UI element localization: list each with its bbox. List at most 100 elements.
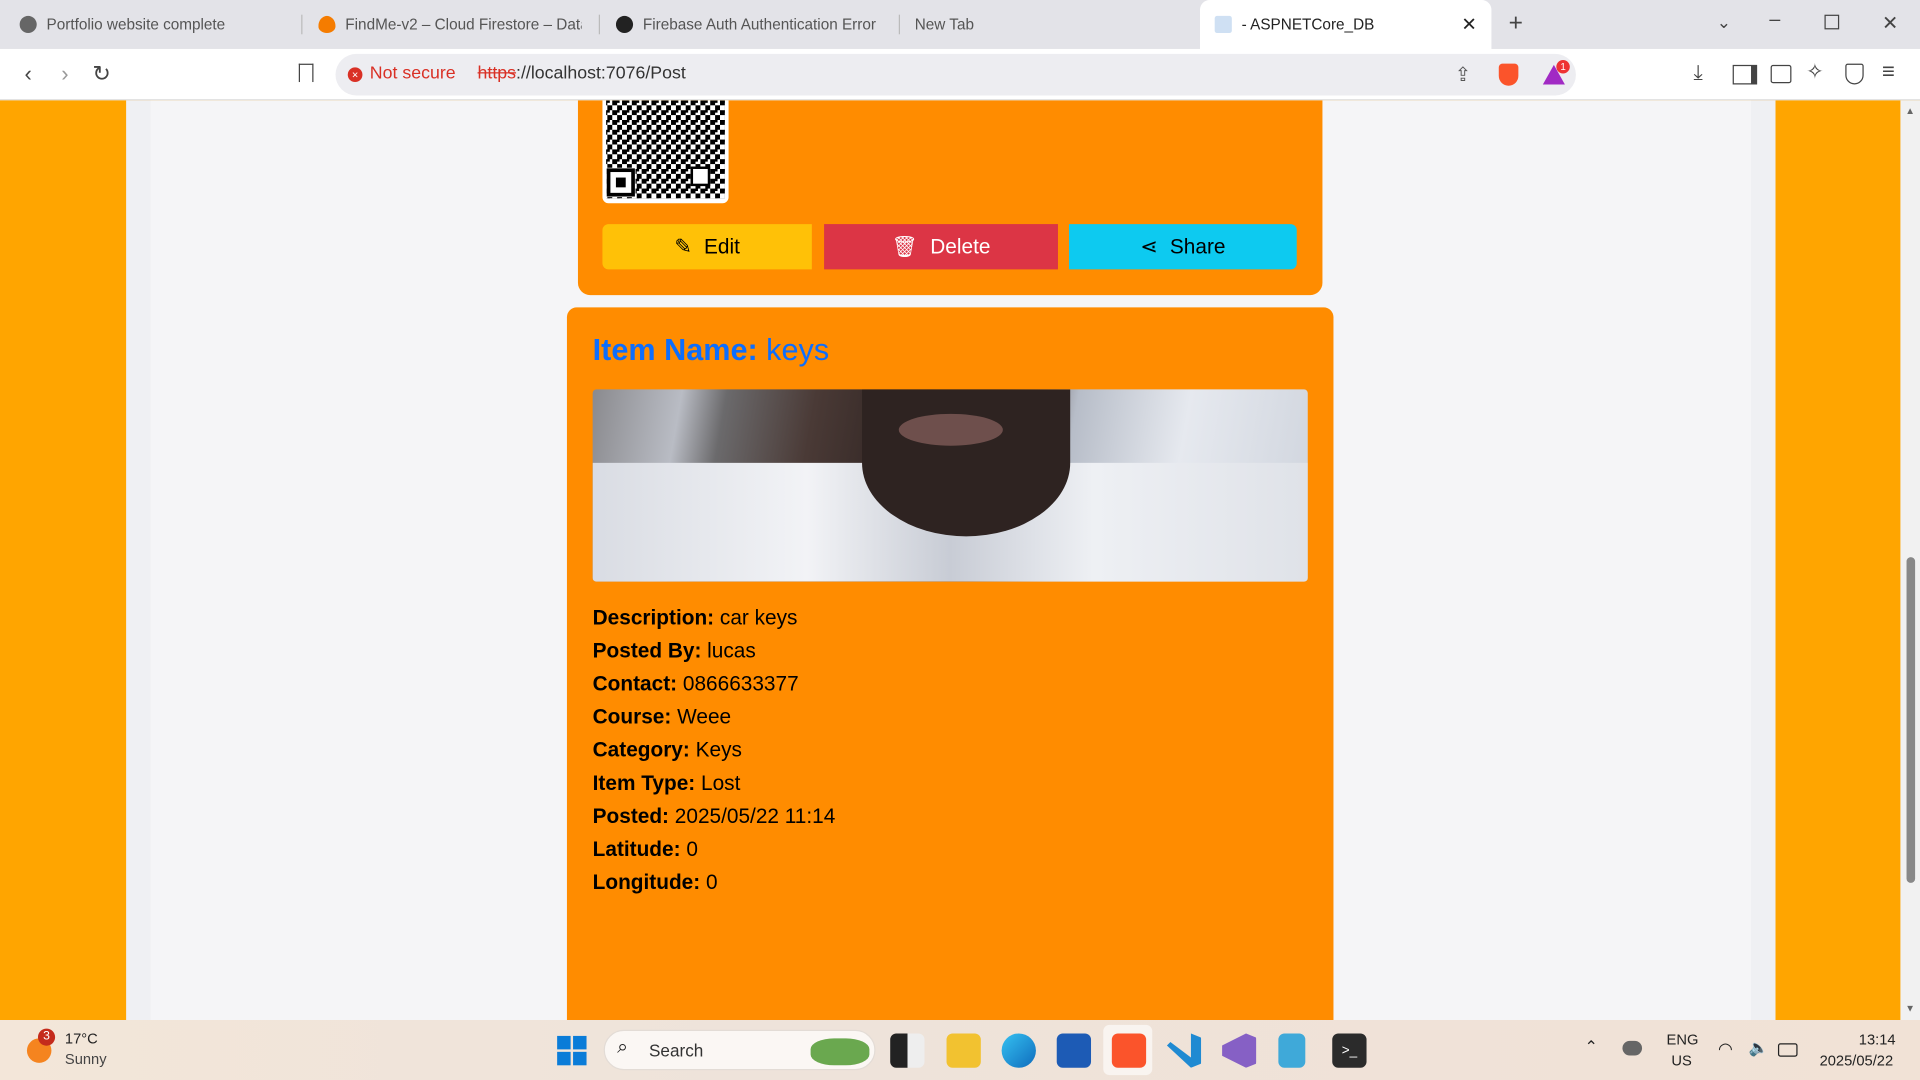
detail-label: Item Type: — [592, 771, 696, 795]
tab-portfolio[interactable]: Portfolio website complete — [19, 7, 289, 41]
detail-row: Posted By: lucas — [593, 639, 756, 663]
show-hidden-icons[interactable]: ⌃ — [1584, 1037, 1597, 1057]
vscode-icon[interactable] — [1166, 1033, 1202, 1068]
url-rest: ://localhost:7076/Post — [516, 63, 686, 84]
detail-label: Latitude: — [592, 837, 681, 861]
language-bottom[interactable]: US — [1671, 1052, 1691, 1069]
document-icon — [1214, 15, 1232, 34]
share-icon: ⋖ — [1140, 234, 1158, 258]
battery-icon[interactable] — [1777, 1043, 1798, 1057]
share-page-icon[interactable]: ⇪ — [1455, 62, 1471, 86]
detail-label: Posted By: — [592, 639, 702, 663]
omnibox[interactable]: × Not secure https://localhost:7076/Post… — [335, 53, 1576, 96]
onedrive-icon[interactable] — [1622, 1040, 1643, 1056]
detail-value: Weee — [677, 705, 732, 729]
detail-label: Contact: — [592, 672, 678, 696]
start-button[interactable] — [557, 1035, 587, 1066]
wifi-icon[interactable]: ◠ — [1718, 1038, 1733, 1059]
reload-button[interactable]: ↻ — [88, 61, 115, 87]
tab-search-chevron-icon[interactable]: ⌄ — [1717, 12, 1731, 33]
rewards-badge: 1 — [1556, 60, 1570, 74]
detail-label: Description: — [592, 606, 715, 630]
detail-label: Posted: — [592, 804, 669, 828]
tab-firebase-auth[interactable]: Firebase Auth Authentication Error — [615, 7, 885, 41]
delete-button[interactable]: 🗑 Delete — [824, 224, 1058, 270]
brave-shields-icon[interactable] — [1498, 63, 1519, 86]
taskbar: 3 17°C Sunny ⌕ Search >_ ⌃ ENG US ◠ 🔈 13… — [0, 1020, 1920, 1080]
detail-row: Posted: 2025/05/22 11:14 — [593, 804, 836, 828]
photo-face — [862, 389, 1071, 537]
detail-label: Category: — [592, 738, 690, 762]
detail-label: Course: — [592, 705, 672, 729]
tab-divider — [301, 14, 303, 35]
qr-code-image — [606, 100, 725, 199]
vpn-icon[interactable] — [1845, 63, 1864, 85]
back-button[interactable]: ‹ — [15, 61, 42, 87]
tab-findme[interactable]: FindMe-v2 – Cloud Firestore – Data — [318, 7, 582, 41]
search-highlight-icon — [810, 1038, 870, 1066]
scrollbar-thumb[interactable] — [1906, 557, 1916, 883]
security-label[interactable]: Not secure — [370, 64, 456, 84]
post-card: Item Name: keys Description: car keys Pos… — [566, 307, 1334, 1021]
url-text[interactable]: https://localhost:7076/Post — [478, 64, 686, 84]
detail-row: Latitude: 0 — [593, 838, 698, 862]
downloads-icon[interactable]: ⤓ — [1693, 61, 1702, 85]
qr-code — [602, 100, 729, 204]
item-title-label: Item Name: — [592, 333, 758, 368]
detail-value: 0 — [705, 870, 718, 894]
detail-row: Longitude: 0 — [593, 871, 718, 895]
edge-icon[interactable] — [1001, 1033, 1036, 1068]
new-tab-button[interactable]: + — [1509, 10, 1523, 38]
edit-icon: ✎ — [674, 234, 692, 258]
restore-button[interactable] — [1824, 14, 1840, 30]
clock-date[interactable]: 2025/05/22 — [1820, 1052, 1894, 1069]
detail-row: Description: car keys — [593, 606, 798, 630]
taskbar-search[interactable]: ⌕ Search — [603, 1029, 876, 1071]
language-top[interactable]: ENG — [1667, 1031, 1699, 1048]
previous-post-card: ✎ Edit 🗑 Delete ⋖ Share — [577, 100, 1323, 296]
openai-icon — [615, 15, 634, 34]
detail-row: Category: Keys — [593, 738, 742, 762]
detail-value: car keys — [719, 606, 798, 630]
leo-ai-icon[interactable]: ✧ — [1806, 60, 1823, 84]
wallet-icon[interactable] — [1770, 64, 1792, 84]
ms-store-icon[interactable] — [1056, 1033, 1092, 1068]
address-toolbar: ‹ › ↻ × Not secure https://localhost:707… — [0, 48, 1920, 101]
item-title: Item Name: keys — [593, 333, 829, 369]
page-viewport: ✎ Edit 🗑 Delete ⋖ Share Item Name: keys Des… — [0, 100, 1920, 1021]
url-scheme: https — [477, 63, 517, 84]
not-secure-icon: × — [347, 67, 363, 83]
brave-icon[interactable] — [1111, 1033, 1147, 1068]
scroll-down-icon[interactable]: ▼ — [1905, 1003, 1915, 1014]
bookmark-icon[interactable] — [298, 63, 314, 83]
photo-lips — [898, 413, 1003, 446]
weather-temp[interactable]: 17°C — [65, 1030, 98, 1047]
edit-button[interactable]: ✎ Edit — [602, 224, 812, 270]
detail-value: 0866633377 — [682, 672, 799, 696]
tab-aspnetcore-db[interactable]: - ASPNETCore_DB ✕ — [1200, 0, 1492, 49]
firebase-icon — [318, 15, 336, 34]
detail-value: Keys — [695, 738, 742, 762]
search-icon: ⌕ — [617, 1037, 629, 1058]
tab-new-tab[interactable]: New Tab — [915, 7, 1062, 41]
notepad-icon[interactable] — [1278, 1033, 1306, 1068]
menu-icon[interactable]: ≡ — [1882, 59, 1895, 85]
clock-time[interactable]: 13:14 — [1859, 1031, 1896, 1048]
sidebar-icon[interactable] — [1732, 64, 1758, 85]
close-tab-icon[interactable]: ✕ — [1461, 13, 1476, 36]
volume-icon[interactable]: 🔈 — [1749, 1038, 1769, 1058]
detail-row: Item Type: Lost — [593, 771, 741, 795]
terminal-icon[interactable]: >_ — [1332, 1033, 1367, 1068]
task-view-icon[interactable] — [890, 1033, 925, 1068]
file-explorer-icon[interactable] — [946, 1033, 981, 1068]
weather-desc[interactable]: Sunny — [65, 1051, 107, 1068]
scroll-up-icon[interactable]: ▲ — [1905, 105, 1915, 116]
detail-value: Lost — [701, 771, 741, 795]
forward-button[interactable]: › — [51, 61, 78, 87]
minimize-button[interactable]: – — [1769, 10, 1780, 32]
visual-studio-icon[interactable] — [1222, 1033, 1257, 1068]
detail-value: 0 — [686, 837, 698, 861]
share-button[interactable]: ⋖ Share — [1068, 224, 1297, 270]
scrollbar[interactable]: ▲ ▼ — [1900, 100, 1920, 1021]
close-window-button[interactable]: ✕ — [1882, 11, 1898, 35]
